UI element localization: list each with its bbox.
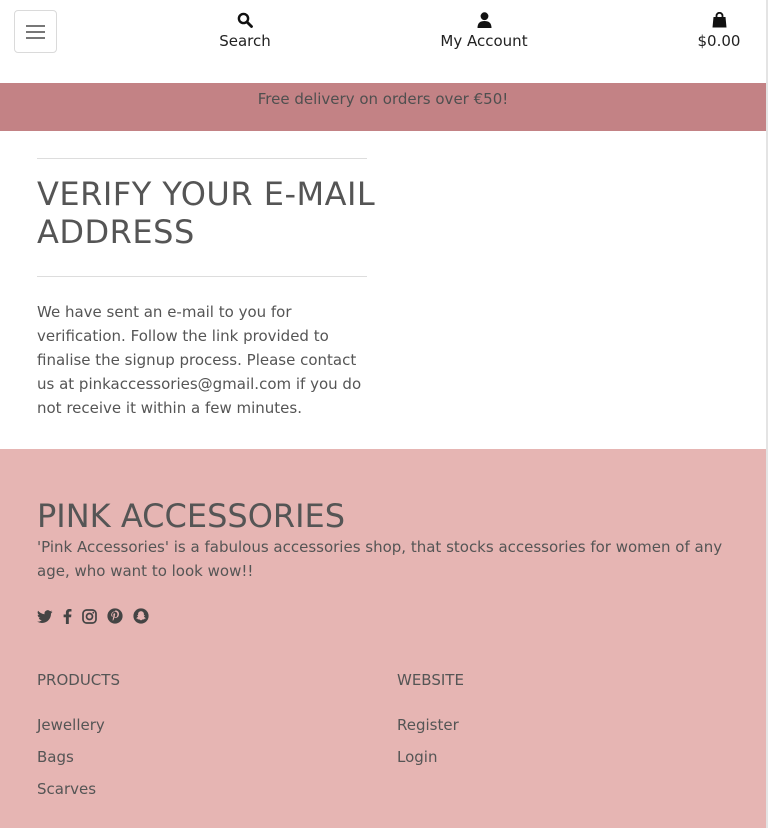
user-icon	[433, 12, 535, 28]
website-column: WEBSITE Register Login	[397, 671, 464, 780]
verification-message: We have sent an e-mail to you for verifi…	[37, 303, 362, 417]
products-column: PRODUCTS Jewellery Bags Scarves	[37, 671, 120, 812]
instagram-icon[interactable]	[82, 608, 97, 628]
footer-brand: PINK ACCESSORIES	[37, 497, 346, 535]
promo-banner: Free delivery on orders over €50!	[0, 83, 766, 131]
products-heading: PRODUCTS	[37, 671, 120, 689]
search-label: Search	[219, 32, 271, 50]
website-heading: WEBSITE	[397, 671, 464, 689]
menu-toggle-button[interactable]	[14, 10, 57, 53]
page-title: VERIFY YOUR E-MAIL ADDRESS	[37, 175, 376, 251]
footer-link-login[interactable]: Login	[397, 748, 464, 766]
my-account-label: My Account	[440, 32, 528, 50]
cart-total: $0.00	[697, 32, 741, 50]
top-header: Search My Account $0.00	[0, 0, 766, 83]
snapchat-icon[interactable]	[133, 608, 149, 628]
top-divider	[37, 158, 367, 159]
search-icon	[207, 12, 283, 28]
footer-link-scarves[interactable]: Scarves	[37, 780, 120, 798]
cart-link[interactable]: $0.00	[690, 12, 748, 50]
twitter-icon[interactable]	[37, 609, 53, 628]
my-account-link[interactable]: My Account	[433, 12, 535, 50]
search-link[interactable]: Search	[207, 12, 283, 50]
verify-email-section: VERIFY YOUR E-MAIL ADDRESS We have sent …	[0, 131, 766, 449]
pinterest-icon[interactable]	[107, 608, 123, 628]
bottom-divider	[37, 276, 367, 277]
footer-link-bags[interactable]: Bags	[37, 748, 120, 766]
shopping-bag-icon	[690, 12, 748, 28]
footer-tagline: 'Pink Accessories' is a fabulous accesso…	[37, 538, 723, 580]
footer-link-register[interactable]: Register	[397, 716, 464, 734]
site-footer: PINK ACCESSORIES 'Pink Accessories' is a…	[0, 449, 766, 828]
social-links	[37, 608, 159, 628]
footer-link-jewellery[interactable]: Jewellery	[37, 716, 120, 734]
facebook-icon[interactable]	[63, 608, 72, 628]
promo-text: Free delivery on orders over €50!	[257, 90, 509, 108]
